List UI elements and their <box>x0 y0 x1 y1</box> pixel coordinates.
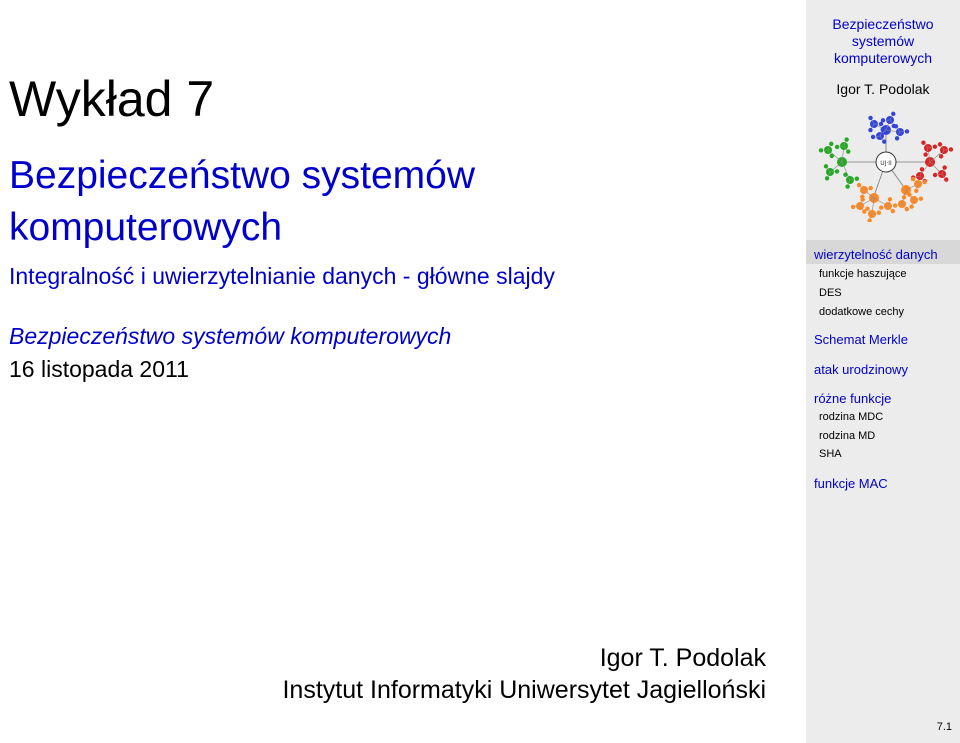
lecture-date: 16 listopada 2011 <box>9 356 189 382</box>
sidebar-nav-item[interactable]: SHA <box>819 448 842 460</box>
lecture-subtitle: Integralność i uwierzytelnianie danych -… <box>9 263 555 289</box>
logo-leaf-node <box>818 148 824 153</box>
author-name: Igor T. Podolak <box>599 644 766 672</box>
logo-leaf-node <box>909 204 914 209</box>
logo-leaf-node <box>944 177 949 182</box>
author-block: Igor T. Podolak Instytut Informatyki Uni… <box>282 642 766 706</box>
course-name-italic: Bezpieczeństwo systemów komputerowych <box>9 323 452 349</box>
logo-leaf-node <box>948 147 954 152</box>
logo-leaf-node <box>891 111 896 117</box>
sidebar-title: Bezpieczeństwo systemów komputerowych <box>806 16 960 67</box>
sidebar-nav-item[interactable]: rodzina MD <box>819 430 875 442</box>
lecture-number: Wykład 7 <box>9 71 215 127</box>
logo-leaf-node <box>845 184 850 189</box>
sidebar-nav-item[interactable]: funkcje haszujące <box>819 268 906 280</box>
logo-leaf-node <box>867 218 872 222</box>
logo-leaf-node <box>922 179 927 185</box>
logo-leaf-node <box>892 203 898 208</box>
logo-leaf-node <box>887 197 893 202</box>
logo-leaf-node <box>923 152 928 157</box>
slide-main: Wykład 7 Bezpieczeństwo systemów kompute… <box>0 0 806 743</box>
sidebar-nav-item[interactable]: różne funkcje <box>814 391 891 406</box>
logo-leaf-node <box>904 129 910 134</box>
logo-leaf-node <box>846 149 851 154</box>
logo-leaf-node <box>942 165 947 170</box>
logo-leaf-node <box>893 124 899 129</box>
logo-leaf-node <box>901 195 907 200</box>
course-title-line1: Bezpieczeństwo systemów <box>9 154 476 197</box>
logo-leaf-node <box>878 121 884 127</box>
sidebar-nav-item[interactable]: dodatkowe cechy <box>819 306 904 318</box>
logo-leaf-node <box>876 210 882 215</box>
sidebar-title-line3: komputerowych <box>833 50 933 66</box>
logo-leaf-node <box>868 115 873 121</box>
logo-leaf-node <box>918 196 924 201</box>
sidebar-title-line1: Bezpieczeństwo <box>832 16 934 32</box>
logo-leaf-node <box>932 172 938 178</box>
logo-leaf-node <box>921 140 926 145</box>
sidebar: Bezpieczeństwo systemów komputerowych Ig… <box>806 0 960 743</box>
course-title: Bezpieczeństwo systemów komputerowych <box>9 150 475 254</box>
sidebar-nav-item[interactable]: DES <box>819 287 842 299</box>
logo-center-label: UJ·II <box>880 160 892 167</box>
logo-leaf-node <box>860 194 865 199</box>
logo-leaf-node <box>829 153 834 159</box>
logo-leaf-node <box>932 144 938 149</box>
logo-leaf-node <box>856 182 862 188</box>
logo-leaf-node <box>904 206 909 212</box>
sidebar-nav-item[interactable]: atak urodzinowy <box>814 362 908 377</box>
logo-leaf-node <box>850 204 856 210</box>
sidebar-author: Igor T. Podolak <box>836 81 930 97</box>
logo-leaf-node <box>914 188 919 193</box>
logo-leaf-node <box>824 176 830 181</box>
logo-leaf-node <box>938 154 944 159</box>
logo-leaf-node <box>910 176 916 182</box>
logo-leaf-node <box>919 167 925 172</box>
logo-leaf-node <box>890 208 895 214</box>
logo-leaf-node <box>894 136 900 141</box>
logo-leaf-node <box>829 141 834 147</box>
sidebar-nav-item[interactable]: Schemat Merkle <box>814 332 908 347</box>
page-number: 7.1 <box>936 721 952 733</box>
logo-leaf-node <box>868 185 873 191</box>
logo-leaf-node <box>937 142 943 147</box>
sidebar-title-line2: systemów <box>851 33 915 49</box>
sidebar-nav-item[interactable]: wierzytelność danych <box>814 247 938 262</box>
logo-leaf-node <box>868 127 873 133</box>
logo-leaf-node <box>834 169 840 174</box>
logo-leaf-node <box>834 144 840 150</box>
logo-leaf-node <box>844 137 849 142</box>
logo-leaf-node <box>882 139 887 144</box>
logo-leaf-node <box>854 176 860 181</box>
logo-leaf-node <box>843 172 848 177</box>
logo-leaf-node <box>878 205 884 210</box>
logo-leaf-node <box>907 192 912 197</box>
network-logo-icon: UJ·II <box>818 111 954 222</box>
sidebar-nav-item[interactable]: rodzina MDC <box>819 411 883 423</box>
institute-name: Instytut Informatyki Uniwersytet Jagiell… <box>282 676 766 704</box>
course-title-line2: komputerowych <box>9 206 283 249</box>
logo-leaf-node <box>870 134 876 140</box>
sidebar-nav-item[interactable]: funkcje MAC <box>814 476 888 491</box>
logo-leaf-node <box>880 127 885 132</box>
logo-leaf-node <box>823 164 829 169</box>
logo-leaf-node <box>865 206 870 211</box>
logo-leaf-node <box>880 118 886 123</box>
